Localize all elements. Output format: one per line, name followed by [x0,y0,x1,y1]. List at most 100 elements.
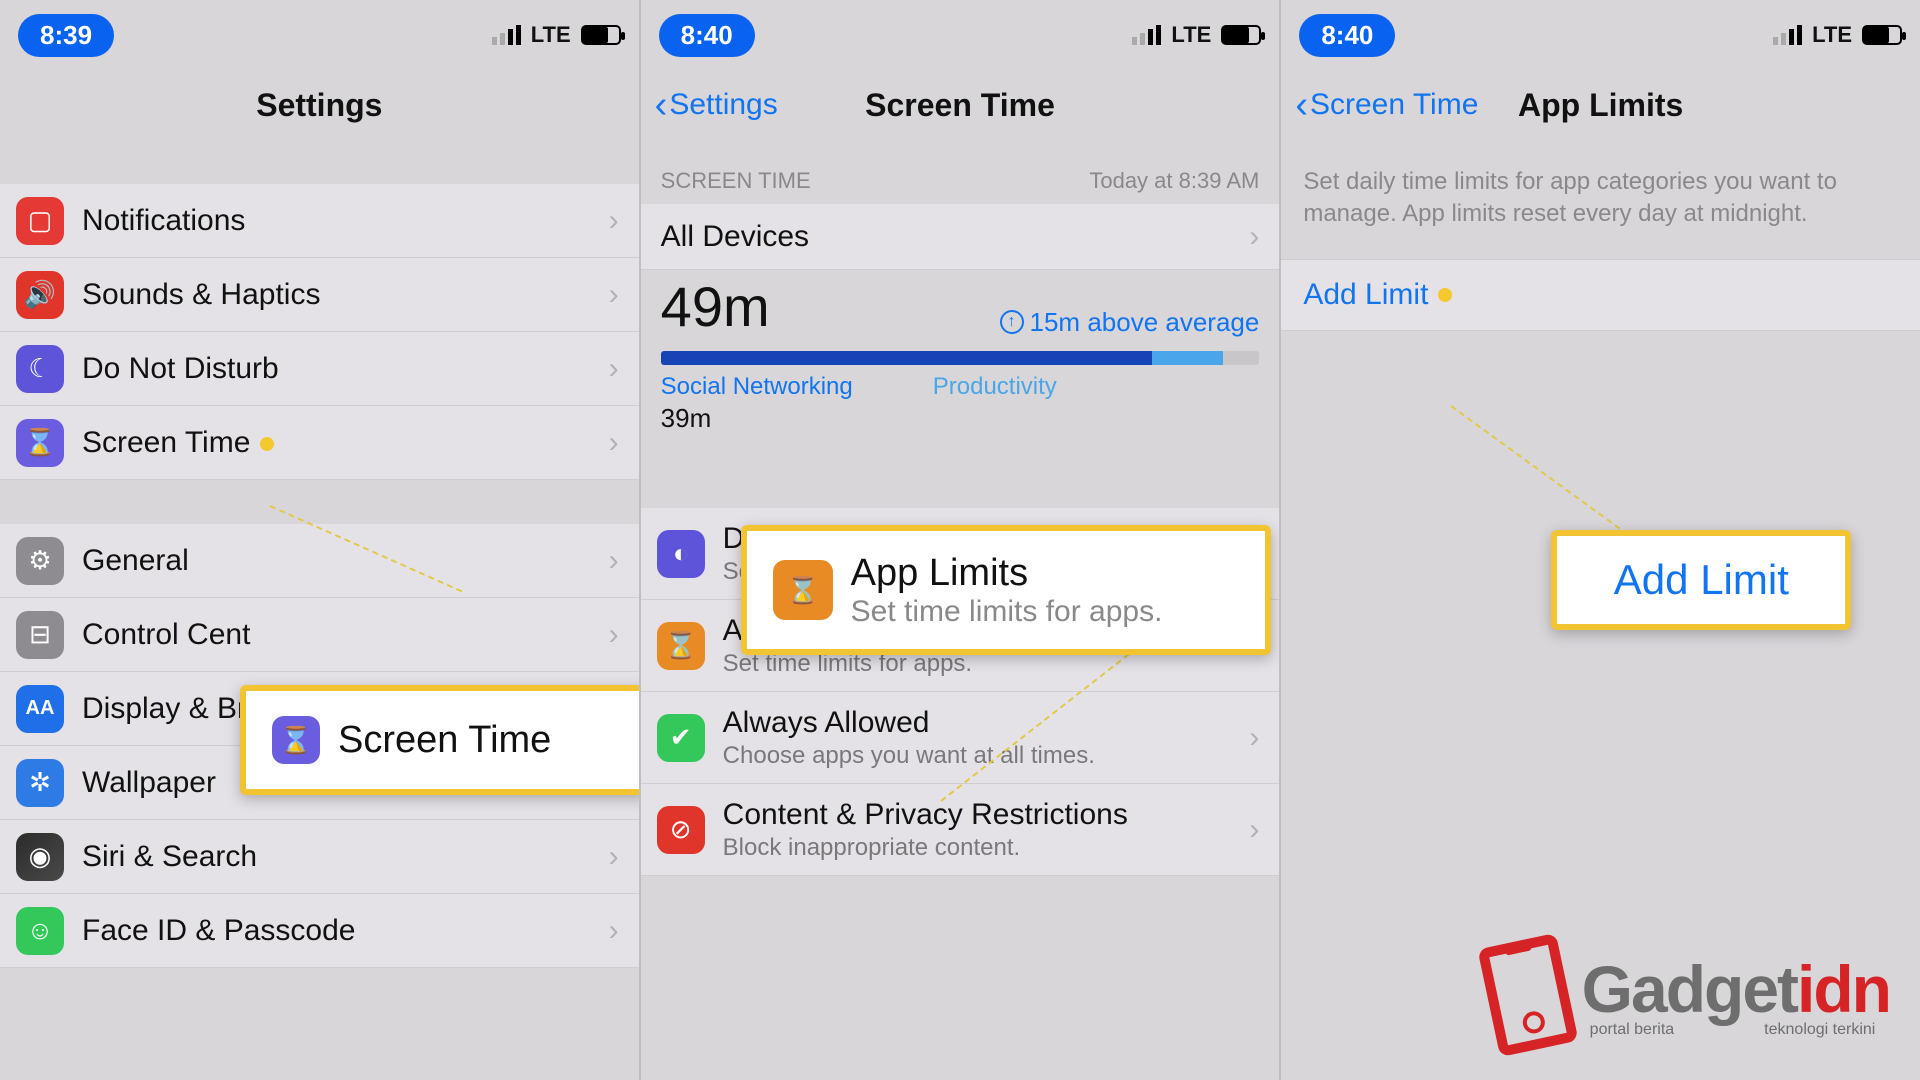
network-label: LTE [531,22,571,48]
back-label: Settings [669,88,777,122]
nav-header: ‹ Screen Time App Limits [1281,70,1920,140]
row-siri-search[interactable]: ◉Siri & Search› [0,820,639,894]
callout-label: Add Limit [1614,556,1789,604]
row-always-allowed[interactable]: ✔Always AllowedChoose apps you want at a… [641,692,1280,784]
chevron-right-icon: › [609,204,619,238]
chevron-right-icon: › [609,840,619,874]
row-sounds-haptics[interactable]: 🔊Sounds & Haptics› [0,258,639,332]
row-label: Screen Time [82,426,274,460]
callout-add-limit: Add Limit [1551,530,1851,630]
chevron-right-icon: › [1249,813,1259,847]
hourglass-icon: ⌛ [773,560,833,620]
row-label: Sounds & Haptics [82,278,320,312]
row-sub: Choose apps you want at all times. [723,742,1095,770]
hourglass-icon: ⌛ [272,716,320,764]
row-face-id-passcode[interactable]: ☺Face ID & Passcode› [0,894,639,968]
back-label: Screen Time [1310,88,1478,122]
cat-social: Social Networking [661,373,853,401]
chevron-left-icon: ‹ [1295,86,1308,124]
chevron-right-icon: › [1249,220,1259,254]
hourglass-icon: ⌛ [657,622,705,670]
usage-bar [661,351,1260,365]
chevron-right-icon: › [1249,721,1259,755]
nav-header: Settings [0,70,639,140]
row-all-devices[interactable]: All Devices › [641,204,1280,270]
status-bar: 8:40 LTE [641,0,1280,70]
notifications-icon: ▢ [16,197,64,245]
cat-productivity: Productivity [933,373,1057,401]
row-content-privacy-restrictions[interactable]: ⊘ Content & Privacy RestrictionsBlock ina… [641,784,1280,876]
add-limit-label: Add Limit [1303,278,1428,312]
nav-header: ‹ Settings Screen Time [641,70,1280,140]
callout-label: Screen Time [338,719,551,762]
aa-icon: AA [16,685,64,733]
watermark-sub: portal berita teknologi terkini [1582,1021,1890,1039]
row-screen-time[interactable]: ⌛ Screen Time › [0,406,639,480]
page-title: Settings [256,87,382,124]
page-title: App Limits [1518,87,1683,124]
status-icons: LTE [1132,22,1261,48]
chevron-right-icon: › [609,544,619,578]
row-sub: Block inappropriate content. [723,834,1128,862]
page-description: Set daily time limits for app categories… [1281,140,1920,259]
row-label: Control Cent [82,618,250,652]
highlight-dot [260,437,274,451]
usage-total: 49m [661,274,770,339]
category-labels: Social Networking Productivity [641,369,1280,403]
chevron-left-icon: ‹ [655,86,668,124]
signal-icon [492,25,521,45]
cat-value: 39m [641,403,1280,448]
row-notifications[interactable]: ▢ Notifications › [0,184,639,258]
battery-icon [581,25,621,45]
switches-icon: ⊟ [16,611,64,659]
row-label: Content & Privacy Restrictions [723,798,1128,832]
panel-app-limits: 8:40 LTE ‹ Screen Time App Limits Set da… [1279,0,1920,1080]
network-label: LTE [1812,22,1852,48]
wm-grey: Gadget [1582,952,1797,1026]
status-time: 8:39 [18,14,114,57]
network-label: LTE [1171,22,1211,48]
status-bar: 8:39 LTE [0,0,639,70]
row-control-cent[interactable]: ⊟ Control Cent › [0,598,639,672]
back-button[interactable]: ‹ Settings [655,86,778,124]
chevron-right-icon: › [609,426,619,460]
usage-above-average: ↑ 15m above average [1000,307,1260,338]
usage-summary: 49m ↑ 15m above average [641,270,1280,345]
row-general[interactable]: ⚙General› [0,524,639,598]
callout-title: App Limits [851,552,1163,595]
status-icons: LTE [492,22,621,48]
row-do-not-disturb[interactable]: ☾ Do Not Disturb › [0,332,639,406]
wm-sub2: teknologi terkini [1764,1021,1875,1039]
phone-icon [1477,933,1578,1057]
hourglass-icon: ⌛ [16,419,64,467]
wm-sub1: portal berita [1590,1021,1675,1039]
panel-screen-time: 8:40 LTE ‹ Settings Screen Time SCREEN T… [639,0,1280,1080]
up-arrow-icon: ↑ [1000,310,1024,334]
wm-red: idn [1797,952,1890,1026]
back-button[interactable]: ‹ Screen Time [1295,86,1478,124]
page-title: Screen Time [865,87,1055,124]
chevron-right-icon: › [609,618,619,652]
row-label: Notifications [82,204,245,238]
block-icon: ⊘ [657,806,705,854]
callout-sub: Set time limits for apps. [851,595,1163,629]
row-label: Display & Br [82,692,247,726]
row-add-limit[interactable]: Add Limit [1281,259,1920,331]
row-label: Wallpaper [82,766,216,800]
battery-icon [1862,25,1902,45]
above-label: 15m above average [1030,307,1260,338]
section-label: SCREEN TIME [661,168,811,194]
gear-icon: ⚙ [16,537,64,585]
clock-icon: ◐ [657,530,705,578]
atom-icon: ✲ [16,759,64,807]
highlight-dot [1438,288,1452,302]
face-icon: ☺ [16,907,64,955]
panel-settings: 8:39 LTE Settings ▢ Notifications › 🔊 Sounds… [0,0,639,1080]
row-label: Do Not Disturb [82,352,279,386]
moon-icon: ☾ [16,345,64,393]
watermark-text: Gadgetidn [1582,951,1890,1027]
chevron-right-icon: › [609,352,619,386]
volume-icon: 🔊 [16,271,64,319]
signal-icon [1773,25,1802,45]
siri-icon: ◉ [16,833,64,881]
